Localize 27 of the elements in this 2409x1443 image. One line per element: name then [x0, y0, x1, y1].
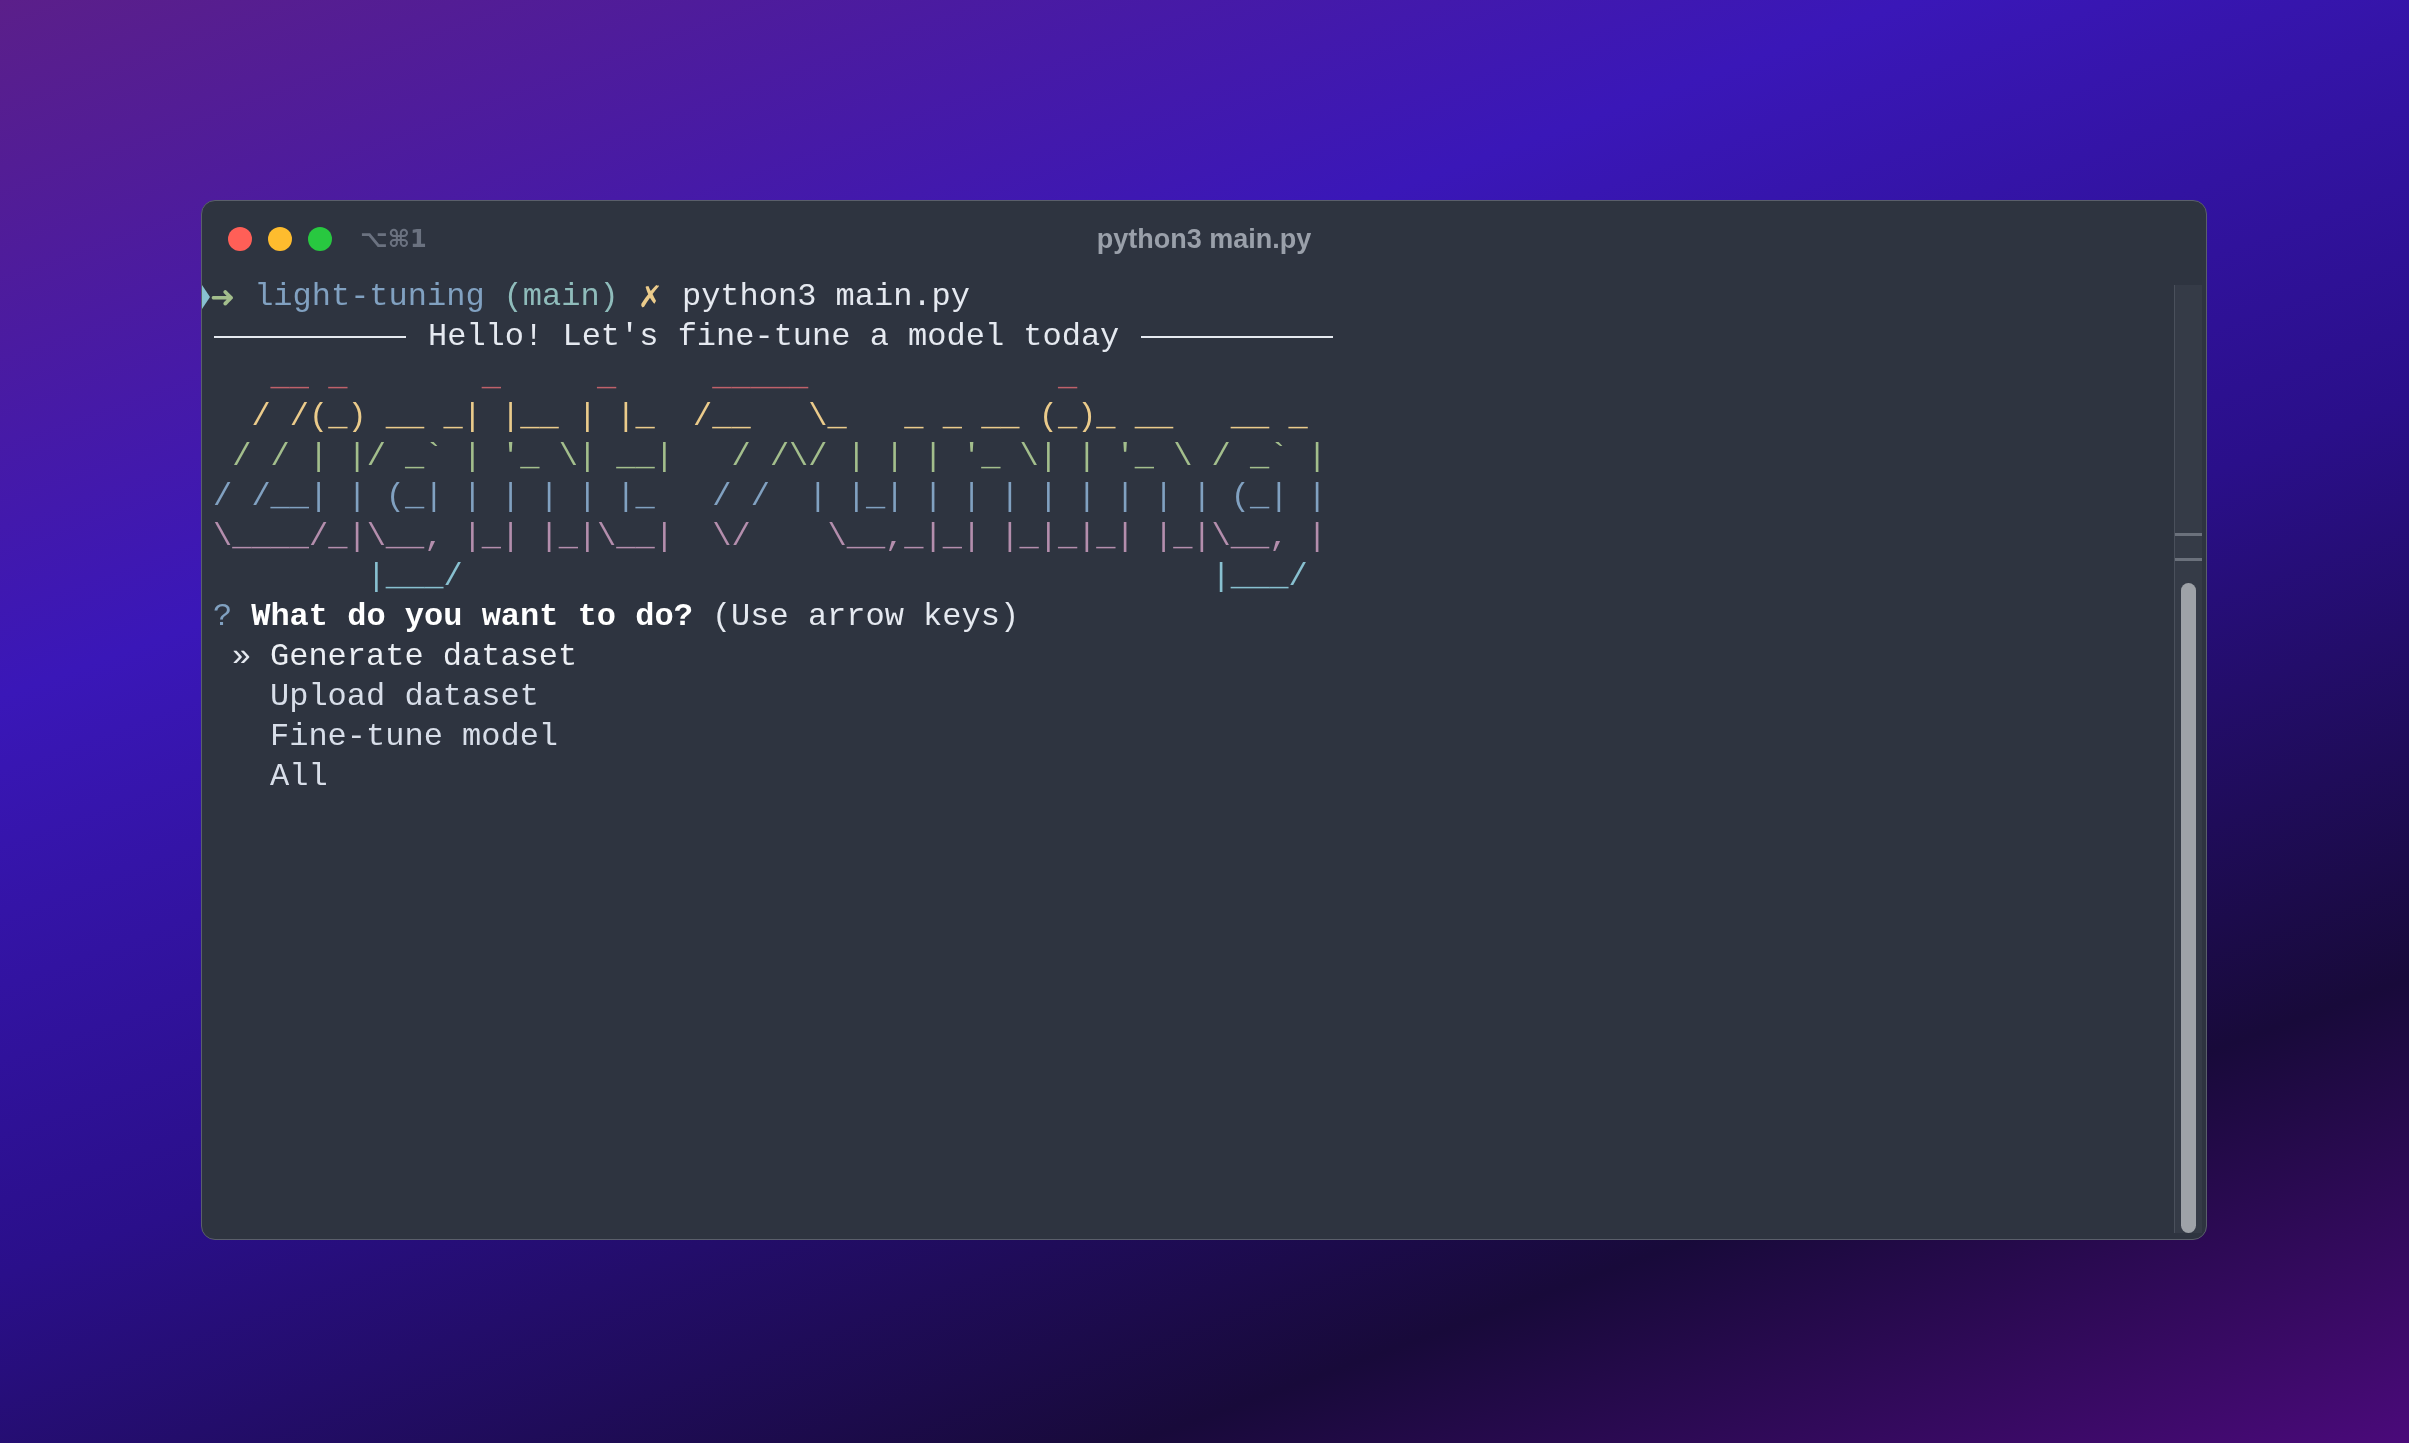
- mark-indicator-icon: [202, 285, 210, 309]
- zoom-button[interactable]: [308, 227, 332, 251]
- dirty-mark: ✗: [637, 278, 663, 316]
- banner-text: Hello! Let's fine-tune a model today: [428, 317, 1120, 357]
- menu-option[interactable]: Generate dataset: [270, 637, 578, 677]
- git-branch: (main): [503, 277, 619, 317]
- ascii-art-line: \____/_|\__, |_| |_|\__| \/ \__,_|_| |_|_|_| |_|\__, |: [213, 518, 1327, 555]
- question-mark: ?: [213, 597, 233, 637]
- ascii-art-line: / /__| | (_| | | | | |_ / / | |_| | | | | | | | | (_| |: [213, 478, 1327, 515]
- window-title: python3 main.py: [1096, 222, 1312, 256]
- question-text: What do you want to do?: [251, 597, 693, 637]
- ascii-art-line: / /(_) __ _| |__ | |_ /__ \_ _ _ __ (_)_ __ __ _: [250, 398, 1308, 435]
- menu-option[interactable]: Fine-tune model: [270, 717, 559, 757]
- minimize-button[interactable]: [268, 227, 292, 251]
- directory-name: light-tuning: [254, 277, 485, 317]
- ascii-art-line: |___/ |___/: [365, 558, 1308, 595]
- ascii-art-line: / / | |/ _` | '_ \| __| / /\/ | | | '_ \| | '_ \ / _` |: [231, 438, 1327, 475]
- ascii-art-line: __ _ _ _ _____ _: [269, 358, 1078, 395]
- menu-option[interactable]: All: [270, 757, 328, 797]
- prompt-arrow: ➜: [210, 278, 236, 316]
- tab-shortcut: ⌥⌘1: [360, 224, 427, 255]
- selection-pointer: »: [232, 638, 252, 675]
- scrollbar-thumb[interactable]: [2181, 583, 2196, 1233]
- menu-option[interactable]: Upload dataset: [270, 677, 539, 717]
- close-button[interactable]: [228, 227, 252, 251]
- question-hint: (Use arrow keys): [711, 597, 1020, 637]
- command-text: python3 main.py: [681, 277, 970, 317]
